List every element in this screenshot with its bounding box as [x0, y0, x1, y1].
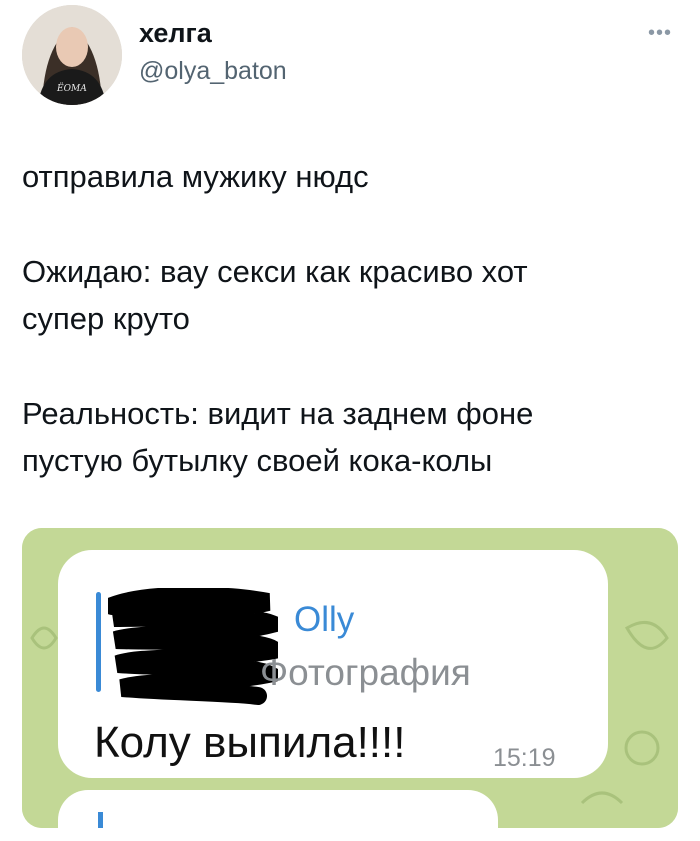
avatar[interactable]: ЁОМА: [22, 5, 122, 105]
redaction-scribble: [108, 588, 278, 705]
message-time: 15:19: [493, 744, 556, 772]
display-name[interactable]: хелга: [139, 18, 212, 49]
reply-accent-bar: [96, 592, 101, 692]
tweet-line-3: супер круто: [22, 301, 190, 336]
avatar-shirt-text: ЁОМА: [56, 82, 87, 94]
reply-media-type: Фотография: [260, 652, 471, 693]
user-handle[interactable]: @olya_baton: [139, 57, 287, 86]
tweet-line-5: пустую бутылку своей кока-колы: [22, 443, 493, 478]
message-bubble[interactable]: Olly Фотография Колу выпила!!!! 15:19: [58, 550, 608, 778]
more-dots-icon[interactable]: •••: [648, 22, 672, 45]
reply-author-name: Olly: [294, 600, 355, 639]
tweet-line-2: Ожидаю: вау секси как красиво хот: [22, 254, 528, 289]
message-text: Колу выпила!!!!: [94, 718, 406, 767]
tweet-line-1: отправила мужику нюдс: [22, 159, 369, 194]
reply-accent-bar: [98, 812, 103, 828]
tweet-line-4: Реальность: видит на заднем фоне: [22, 396, 534, 431]
next-message-bubble: [58, 790, 498, 828]
tweet-media-image[interactable]: Olly Фотография Колу выпила!!!! 15:19: [22, 528, 678, 828]
avatar-photo: ЁОМА: [22, 5, 122, 105]
